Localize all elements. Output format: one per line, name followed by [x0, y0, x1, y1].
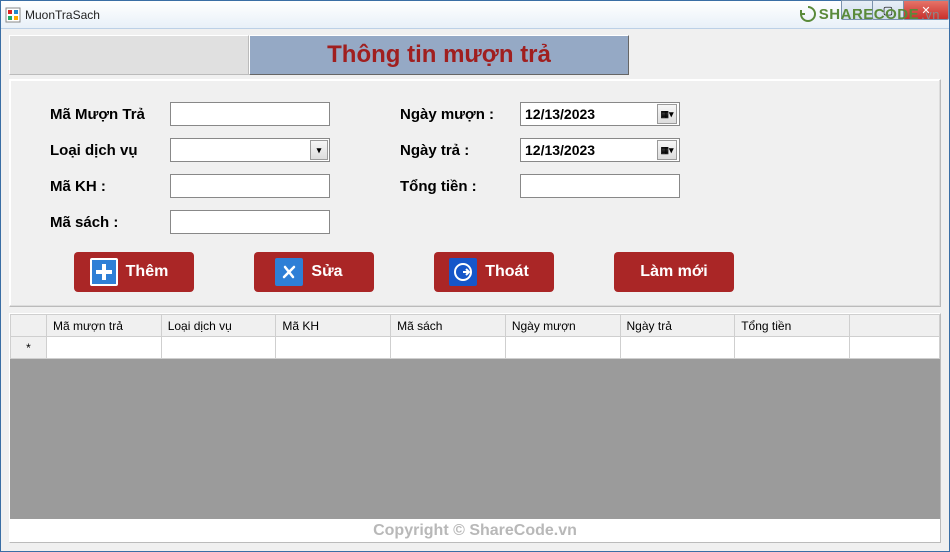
watermark-suffix: .vn: [921, 7, 940, 22]
combo-loai-dich-vu[interactable]: ▾: [170, 138, 330, 162]
exit-button-label: Thoát: [485, 263, 529, 281]
content-area: Thông tin mượn trả Mã Mượn Trả Ngày mượn…: [1, 29, 949, 551]
date-ngay-muon-value: 12/13/2023: [525, 106, 595, 122]
grid-empty-area: [10, 359, 940, 519]
grid-cell[interactable]: [161, 337, 276, 359]
header-row: Thông tin mượn trả: [9, 35, 941, 75]
col-ma-sach[interactable]: Mã sách: [391, 315, 506, 337]
col-spacer: [850, 315, 940, 337]
col-loai-dich-vu[interactable]: Loại dịch vụ: [161, 315, 276, 337]
edit-button[interactable]: Sửa: [254, 252, 374, 292]
date-ngay-muon[interactable]: 12/13/2023 ▦▾: [520, 102, 680, 126]
label-ma-sach: Mã sách :: [50, 214, 170, 231]
grid-new-row[interactable]: *: [11, 337, 940, 359]
app-icon: [5, 7, 21, 23]
grid-cell[interactable]: [276, 337, 391, 359]
plus-icon: [90, 258, 118, 286]
grid-corner: [11, 315, 47, 337]
header-spacer-right: [629, 35, 941, 75]
grid-header-row: Mã mượn trả Loại dịch vụ Mã KH Mã sách N…: [11, 315, 940, 337]
label-ngay-tra: Ngày trả :: [400, 142, 520, 159]
add-button-label: Thêm: [126, 263, 169, 281]
button-row: Thêm Sửa Thoát Làm mới: [74, 252, 910, 292]
label-ngay-muon: Ngày mượn :: [400, 106, 520, 123]
refresh-button[interactable]: Làm mới: [614, 252, 734, 292]
chevron-down-icon[interactable]: ▾: [310, 140, 328, 160]
input-ma-sach[interactable]: [170, 210, 330, 234]
col-ma-muon-tra[interactable]: Mã mượn trả: [47, 315, 162, 337]
form-panel: Mã Mượn Trả Ngày mượn : 12/13/2023 ▦▾ Lo…: [9, 79, 941, 307]
add-button[interactable]: Thêm: [74, 252, 194, 292]
input-ma-kh[interactable]: [170, 174, 330, 198]
exit-button[interactable]: Thoát: [434, 252, 554, 292]
new-row-marker: *: [11, 337, 47, 359]
col-ngay-muon[interactable]: Ngày mượn: [505, 315, 620, 337]
edit-button-label: Sửa: [311, 263, 342, 281]
col-ngay-tra[interactable]: Ngày trả: [620, 315, 735, 337]
page-title: Thông tin mượn trả: [249, 35, 629, 75]
label-loai-dich-vu: Loại dịch vụ: [50, 142, 170, 159]
combo-loai-dich-vu-input[interactable]: [170, 138, 330, 162]
grid-cell[interactable]: [620, 337, 735, 359]
refresh-button-label: Làm mới: [640, 263, 707, 281]
recycle-icon: [799, 5, 817, 23]
app-window: MuonTraSach ─ ▢ ✕ Thông tin mượn trả Mã …: [0, 0, 950, 552]
data-grid[interactable]: Mã mượn trả Loại dịch vụ Mã KH Mã sách N…: [10, 314, 940, 359]
date-ngay-tra-value: 12/13/2023: [525, 142, 595, 158]
grid-cell[interactable]: [505, 337, 620, 359]
watermark-logo: SHARECODE.vn: [799, 5, 940, 23]
exit-icon: [449, 258, 477, 286]
grid-panel: Mã mượn trả Loại dịch vụ Mã KH Mã sách N…: [9, 313, 941, 543]
grid-cell[interactable]: [47, 337, 162, 359]
label-tong-tien: Tổng tiền :: [400, 178, 520, 195]
label-ma-muon-tra: Mã Mượn Trả: [50, 106, 170, 123]
input-tong-tien[interactable]: [520, 174, 680, 198]
col-ma-kh[interactable]: Mã KH: [276, 315, 391, 337]
tools-icon: [275, 258, 303, 286]
grid-cell[interactable]: [391, 337, 506, 359]
header-spacer: [9, 35, 249, 75]
window-title: MuonTraSach: [25, 8, 100, 22]
grid-cell[interactable]: [850, 337, 940, 359]
calendar-icon[interactable]: ▦▾: [657, 104, 677, 124]
watermark-text: SHARECODE: [819, 6, 919, 23]
calendar-icon[interactable]: ▦▾: [657, 140, 677, 160]
col-tong-tien[interactable]: Tổng tiền: [735, 315, 850, 337]
date-ngay-tra[interactable]: 12/13/2023 ▦▾: [520, 138, 680, 162]
input-ma-muon-tra[interactable]: [170, 102, 330, 126]
grid-cell[interactable]: [735, 337, 850, 359]
label-ma-kh: Mã KH :: [50, 178, 170, 195]
